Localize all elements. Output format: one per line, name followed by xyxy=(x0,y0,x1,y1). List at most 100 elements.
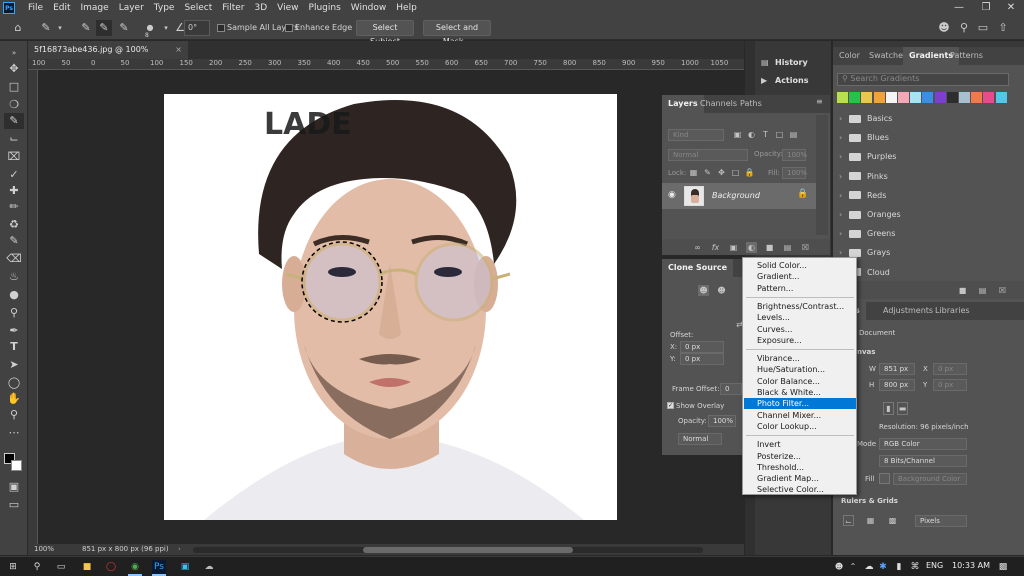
clone-source-2-icon[interactable]: ☻ xyxy=(716,285,727,296)
landscape-orientation-icon[interactable]: ▬ xyxy=(897,402,908,415)
photo-image[interactable]: LADE xyxy=(164,94,617,520)
select-subject-button[interactable]: Select Subject xyxy=(356,20,414,46)
gradient-folder-item[interactable]: ›Cloud xyxy=(839,264,1009,282)
frame-tool-icon[interactable]: ⌧ xyxy=(4,149,24,165)
bit-depth-select[interactable]: 8 Bits/Channel xyxy=(879,455,967,467)
menu-item[interactable]: Selective Color... xyxy=(744,484,856,495)
share-upload-icon[interactable]: ⇧ xyxy=(995,20,1011,36)
close-tab-icon[interactable]: × xyxy=(175,41,182,59)
gradient-preset-swatch[interactable] xyxy=(898,92,909,103)
gradient-folder-item[interactable]: › Grays xyxy=(839,244,1009,262)
sample-all-layers-checkbox[interactable] xyxy=(217,24,225,32)
link-layers-icon[interactable]: ∞ xyxy=(692,242,703,253)
fill-select[interactable]: Background Color xyxy=(893,473,967,485)
y-field[interactable]: 0 px xyxy=(933,379,967,391)
units-select[interactable]: Pixels xyxy=(915,515,967,527)
filter-smart-object-icon[interactable]: ▤ xyxy=(788,129,799,140)
add-to-selection-icon[interactable]: ✎ xyxy=(96,20,112,36)
subtract-from-selection-icon[interactable]: ✎ xyxy=(116,20,132,36)
chevron-up-icon[interactable]: ⌃ xyxy=(846,560,860,574)
chrome-icon[interactable]: ◉ xyxy=(128,560,142,574)
gradient-preset-swatch[interactable] xyxy=(861,92,873,103)
menu-plugins[interactable]: Plugins xyxy=(304,0,346,16)
share-icon[interactable]: ☻ xyxy=(936,20,952,36)
menu-select[interactable]: Select xyxy=(179,0,217,16)
layer-name[interactable]: Background xyxy=(712,191,760,200)
height-field[interactable]: 800 px xyxy=(879,379,915,391)
menu-3d[interactable]: 3D xyxy=(250,0,273,16)
gradient-presets-strip[interactable] xyxy=(837,92,1017,104)
gradient-preset-swatch[interactable] xyxy=(946,92,958,103)
chevron-right-icon[interactable]: › xyxy=(839,187,847,205)
blur-tool-icon[interactable]: ● xyxy=(4,287,24,303)
gradient-preset-swatch[interactable] xyxy=(837,92,848,103)
new-layer-icon[interactable]: ▤ xyxy=(782,242,793,253)
clone-stamp-tool-icon[interactable]: ♻ xyxy=(4,217,24,233)
gradient-folder-item[interactable]: › Oranges xyxy=(839,206,1009,224)
photoshop-taskbar-icon[interactable]: Ps xyxy=(152,560,166,574)
select-and-mask-button[interactable]: Select and Mask... xyxy=(423,20,491,46)
lock-transparent-icon[interactable]: ▦ xyxy=(688,167,699,178)
crop-tool-icon[interactable]: ⌙ xyxy=(4,131,24,147)
lock-artboard-icon[interactable]: □ xyxy=(730,167,741,178)
menu-item[interactable]: Black & White... xyxy=(744,387,856,398)
filter-shape-icon[interactable]: □ xyxy=(774,129,785,140)
menu-file[interactable]: File xyxy=(23,0,48,16)
lock-all-icon[interactable]: 🔒 xyxy=(744,167,755,178)
clone-source-1-icon[interactable]: ☻ xyxy=(698,285,709,296)
cloud-icon[interactable]: ☁ xyxy=(862,560,876,574)
healing-brush-tool-icon[interactable]: ✚ xyxy=(4,183,24,199)
background-color-swatch[interactable] xyxy=(11,460,22,471)
tab-clone-source[interactable]: Clone Source xyxy=(662,259,734,277)
visibility-eye-icon[interactable]: ◉ xyxy=(668,190,676,200)
menu-item[interactable]: Exposure... xyxy=(744,335,856,346)
gradient-preset-swatch[interactable] xyxy=(983,92,995,103)
history-brush-tool-icon[interactable]: ✎ xyxy=(4,233,24,249)
actions-item[interactable]: ▶ Actions xyxy=(761,73,808,89)
tab-libraries[interactable]: Libraries xyxy=(929,302,976,320)
filter-adjustment-icon[interactable]: ◐ xyxy=(746,129,757,140)
app-icon[interactable]: ▣ xyxy=(178,560,192,574)
app-icon-2[interactable]: ☁ xyxy=(202,560,216,574)
portrait-orientation-icon[interactable]: ▮ xyxy=(883,402,894,415)
notifications-icon[interactable]: ▩ xyxy=(996,560,1010,574)
gradient-preset-swatch[interactable] xyxy=(873,92,885,103)
menu-view[interactable]: View xyxy=(272,0,303,16)
gradient-folder-item[interactable]: › Basics xyxy=(839,110,1009,128)
gradient-preset-swatch[interactable] xyxy=(885,92,897,103)
eyedropper-tool-icon[interactable]: ✓ xyxy=(4,167,24,183)
fill-field[interactable]: 100% xyxy=(782,167,807,179)
clock[interactable]: 10:33 AM xyxy=(952,561,990,570)
angle-field[interactable]: 0° xyxy=(184,20,210,36)
minimize-icon[interactable]: — xyxy=(948,0,970,16)
pen-tool-icon[interactable]: ✒ xyxy=(4,323,24,339)
menu-help[interactable]: Help xyxy=(391,0,422,16)
paint-bucket-tool-icon[interactable]: ♨ xyxy=(4,269,24,285)
x-field[interactable]: 0 px xyxy=(933,363,967,375)
zoom-level[interactable]: 100% xyxy=(34,545,54,553)
blend-mode-select[interactable]: Normal xyxy=(668,149,748,161)
menu-window[interactable]: Window xyxy=(346,0,392,16)
chevron-right-icon[interactable]: › xyxy=(839,225,847,243)
gradient-preset-swatch[interactable] xyxy=(849,92,861,103)
add-mask-icon[interactable]: ▣ xyxy=(728,242,739,253)
home-icon[interactable]: ⌂ xyxy=(10,20,26,36)
marquee-tool-icon[interactable]: □ xyxy=(4,79,24,95)
brush-tool-icon[interactable]: ✏ xyxy=(4,199,24,215)
menu-item[interactable]: Gradient Map... xyxy=(744,473,856,484)
trash-icon[interactable]: ☒ xyxy=(997,285,1008,296)
overlay-mode-select[interactable]: Normal xyxy=(678,433,722,445)
gradient-folder-item[interactable]: › Purples xyxy=(839,148,1009,166)
gradient-preset-swatch[interactable] xyxy=(922,92,934,103)
offset-y-field[interactable]: 0 px xyxy=(680,353,724,365)
eraser-tool-icon[interactable]: ⌫ xyxy=(4,251,24,267)
show-overlay-checkbox[interactable]: ✓ xyxy=(667,402,674,409)
chevron-right-icon[interactable]: › xyxy=(839,129,847,147)
quick-selection-tool-icon[interactable]: ✎ xyxy=(4,113,24,129)
more-tools-icon[interactable]: ⋯ xyxy=(4,425,24,441)
menu-item[interactable]: Brightness/Contrast... xyxy=(744,301,856,312)
menu-item[interactable]: Pattern... xyxy=(744,283,856,294)
gradient-folder-item[interactable]: › Blues xyxy=(839,129,1009,147)
new-group-icon[interactable]: ■ xyxy=(764,242,775,253)
hand-tool-icon[interactable]: ✋ xyxy=(4,391,24,407)
